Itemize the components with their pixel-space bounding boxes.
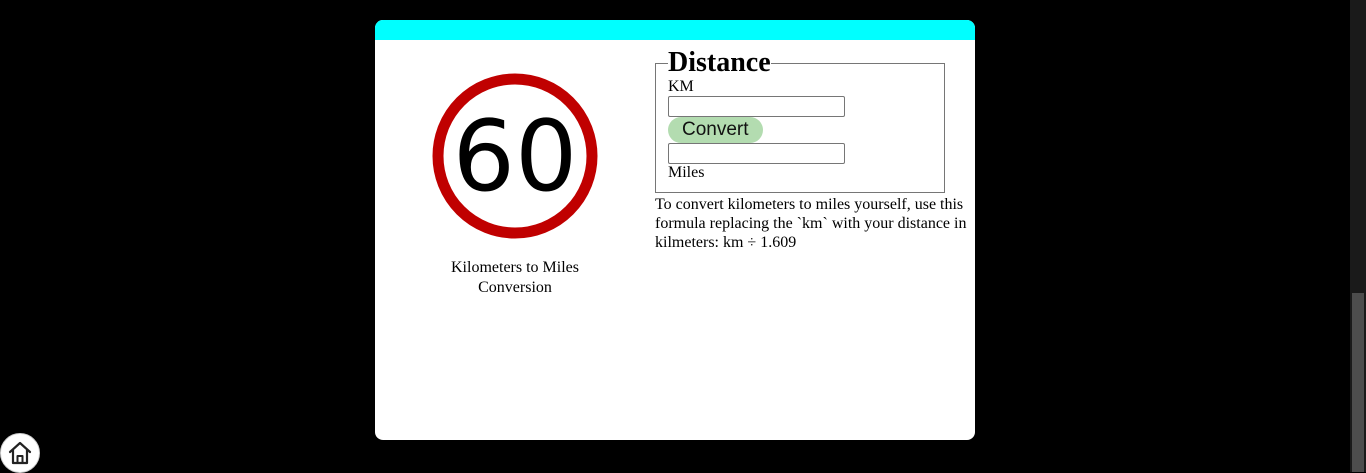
home-button[interactable] [0,433,40,473]
formula-help-text: To convert kilometers to miles yourself,… [655,196,967,251]
convert-button[interactable]: Convert [668,117,763,143]
km-input[interactable] [668,96,845,117]
miles-label: Miles [668,164,705,181]
speed-limit-sign: 60 [431,72,599,240]
km-label: KM [668,78,694,95]
scrollbar-thumb[interactable] [1352,293,1364,472]
converter-caption: Kilometers to Miles Conversion [451,259,579,296]
sign-panel: 60 Kilometers to Miles Conversion [415,72,615,298]
distance-legend: Distance [668,47,771,78]
distance-fieldset: Distance KM Convert Miles [655,48,945,193]
miles-output[interactable] [668,143,845,164]
home-icon [8,441,32,465]
distance-panel: Distance KM Convert Miles To convert kil… [655,48,973,252]
speed-limit-number: 60 [453,100,578,214]
converter-card: 60 Kilometers to Miles Conversion Distan… [375,20,975,440]
card-top-bar [375,20,975,40]
speed-limit-sign-graphic: 60 [432,73,598,239]
page-scrollbar[interactable] [1350,0,1366,472]
